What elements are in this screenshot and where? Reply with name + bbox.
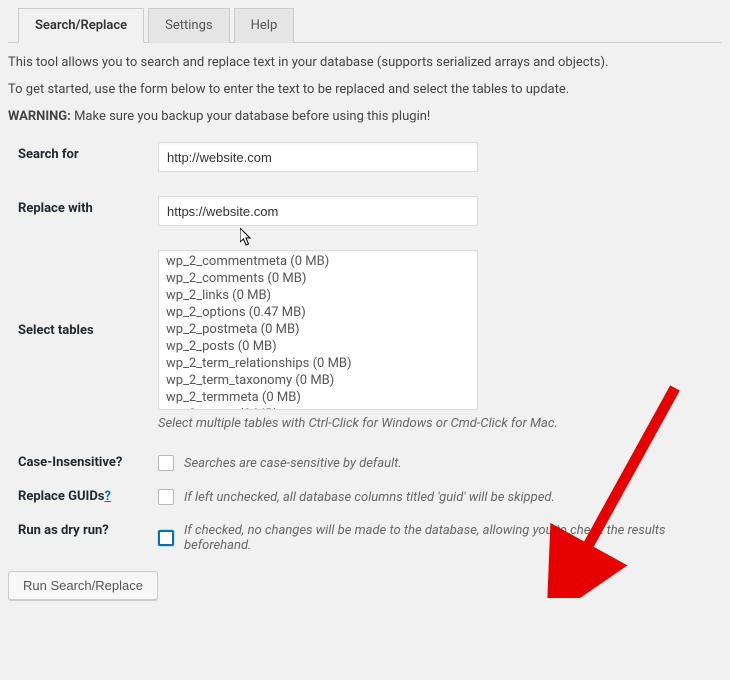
submit-area: Run Search/Replace — [8, 571, 722, 600]
table-option[interactable]: wp_2_commentmeta (0 MB) — [161, 253, 475, 270]
row-replace-with: Replace with — [8, 196, 722, 226]
row-search-for: Search for — [8, 142, 722, 172]
label-search-for: Search for — [8, 142, 158, 162]
table-option[interactable]: wp_2_term_relationships (0 MB) — [161, 355, 475, 372]
table-option[interactable]: wp_2_terms (0 MB) — [161, 406, 475, 410]
help-replace-guids: If left unchecked, all database columns … — [184, 490, 555, 505]
help-case-insensitive: Searches are case-sensitive by default. — [184, 456, 402, 471]
tab-search-replace[interactable]: Search/Replace — [18, 8, 144, 43]
warning-label: WARNING: — [8, 109, 71, 124]
table-option[interactable]: wp_2_comments (0 MB) — [161, 270, 475, 287]
replace-input[interactable] — [158, 196, 478, 226]
table-option[interactable]: wp_2_postmeta (0 MB) — [161, 321, 475, 338]
cursor-icon — [240, 228, 256, 248]
table-option[interactable]: wp_2_termmeta (0 MB) — [161, 389, 475, 406]
label-replace-with: Replace with — [8, 196, 158, 216]
table-option[interactable]: wp_2_links (0 MB) — [161, 287, 475, 304]
row-case-insensitive: Case-Insensitive? Searches are case-sens… — [8, 455, 722, 471]
row-select-tables: Select tables wp_2_commentmeta (0 MB)wp_… — [8, 250, 722, 431]
table-option[interactable]: wp_2_term_taxonomy (0 MB) — [161, 372, 475, 389]
help-dry-run: If checked, no changes will be made to t… — [184, 523, 722, 553]
run-search-replace-button[interactable]: Run Search/Replace — [8, 571, 158, 600]
label-select-tables: Select tables — [18, 323, 94, 338]
row-replace-guids: Replace GUIDs? If left unchecked, all da… — [8, 489, 722, 505]
label-replace-guids: Replace GUIDs? — [8, 489, 158, 504]
checkbox-replace-guids[interactable] — [158, 489, 174, 505]
row-dry-run: Run as dry run? If checked, no changes w… — [8, 523, 722, 553]
tabs: Search/Replace Settings Help — [8, 8, 722, 43]
tables-select[interactable]: wp_2_commentmeta (0 MB)wp_2_comments (0 … — [158, 250, 478, 410]
tab-settings[interactable]: Settings — [148, 8, 229, 43]
help-link-guids[interactable]: ? — [104, 489, 110, 504]
warning-text: Make sure you backup your database befor… — [71, 109, 430, 124]
checkbox-dry-run[interactable] — [158, 530, 174, 546]
label-case-insensitive: Case-Insensitive? — [8, 455, 158, 470]
table-option[interactable]: wp_2_posts (0 MB) — [161, 338, 475, 355]
tab-help[interactable]: Help — [234, 8, 295, 43]
table-option[interactable]: wp_2_options (0.47 MB) — [161, 304, 475, 321]
intro-line2: To get started, use the form below to en… — [8, 82, 722, 97]
help-tables: Select multiple tables with Ctrl-Click f… — [158, 416, 722, 431]
form: Search for Replace with Select tables wp… — [8, 142, 722, 553]
intro-warning: WARNING: Make sure you backup your datab… — [8, 109, 722, 124]
label-dry-run: Run as dry run? — [8, 523, 158, 538]
checkbox-case-insensitive[interactable] — [158, 455, 174, 471]
intro-line1: This tool allows you to search and repla… — [8, 55, 722, 70]
intro-text: This tool allows you to search and repla… — [8, 55, 722, 124]
search-input[interactable] — [158, 142, 478, 172]
